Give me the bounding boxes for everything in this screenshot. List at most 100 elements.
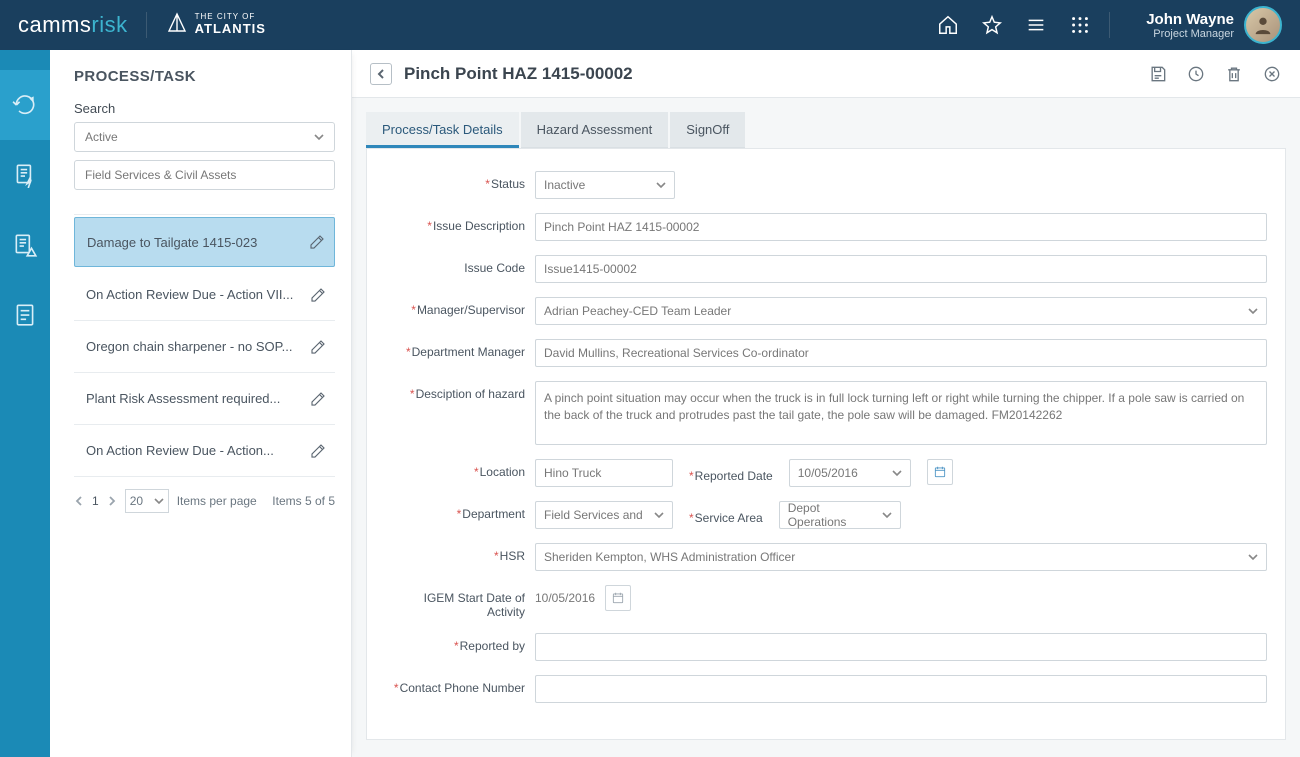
user-name: John Wayne — [1146, 11, 1234, 28]
list-item[interactable]: Plant Risk Assessment required... — [74, 373, 335, 425]
rail-item-doc-warn[interactable] — [0, 210, 50, 280]
user-role: Project Manager — [1146, 28, 1234, 40]
hazard-desc-textarea[interactable]: A pinch point situation may occur when t… — [535, 381, 1267, 445]
process-list: Damage to Tailgate 1415-023 On Action Rev… — [74, 214, 335, 477]
list-item-label: On Action Review Due - Action VII... — [86, 287, 293, 302]
label-issue-code: Issue Code — [464, 261, 525, 275]
chevron-down-icon — [882, 510, 892, 520]
app-logo: cammsrisk — [18, 12, 128, 38]
rail-item-refresh[interactable] — [0, 70, 50, 140]
location-input[interactable]: Hino Truck — [535, 459, 673, 487]
ipp-label: Items per page — [177, 494, 257, 508]
chevron-down-icon — [892, 468, 902, 478]
header-divider — [146, 12, 147, 38]
list-panel: PROCESS/TASK Search Active Damage to Tai… — [50, 50, 352, 757]
location-value: Hino Truck — [544, 466, 601, 480]
label-department: Department — [462, 507, 525, 521]
page-prev-icon[interactable] — [74, 496, 84, 506]
dept-manager-value: David Mullins, Recreational Services Co-… — [544, 346, 809, 360]
rail-item-doc-flash[interactable] — [0, 140, 50, 210]
rail-item-doc-list[interactable] — [0, 280, 50, 350]
label-hsr: HSR — [500, 549, 525, 563]
ipp-value: 20 — [130, 494, 143, 508]
edit-icon[interactable] — [309, 338, 327, 356]
list-item-label: Damage to Tailgate 1415-023 — [87, 235, 257, 250]
tab[interactable]: Hazard Assessment — [521, 112, 669, 148]
page-title: Pinch Point HAZ 1415-00002 — [404, 64, 633, 84]
edit-icon[interactable] — [308, 233, 326, 251]
main-actions — [1148, 64, 1282, 84]
menu-icon[interactable] — [1025, 14, 1047, 36]
department-value: Field Services and — [544, 508, 643, 522]
tenant-line2: ATLANTIS — [195, 22, 266, 36]
calendar-button[interactable] — [927, 459, 953, 485]
pager-summary: Items 5 of 5 — [272, 494, 335, 508]
nav-rail — [0, 50, 50, 757]
logo-text-right: risk — [91, 12, 127, 37]
page-number: 1 — [92, 494, 99, 508]
edit-icon[interactable] — [309, 442, 327, 460]
issue-desc-input[interactable]: Pinch Point HAZ 1415-00002 — [535, 213, 1267, 241]
label-dept-manager: Department Manager — [412, 345, 525, 359]
tab[interactable]: Process/Task Details — [366, 112, 519, 148]
logo-text-left: camms — [18, 12, 91, 37]
igem-start-value: 10/05/2016 — [535, 591, 595, 605]
dept-manager-input[interactable]: David Mullins, Recreational Services Co-… — [535, 339, 1267, 367]
user-block[interactable]: John Wayne Project Manager — [1146, 6, 1282, 44]
issue-code-input[interactable]: Issue1415-00002 — [535, 255, 1267, 283]
chevron-down-icon — [314, 132, 324, 142]
label-status: Status — [491, 177, 525, 191]
status-filter-select[interactable]: Active — [74, 122, 335, 152]
app-header: cammsrisk THE CITY OF ATLANTIS John Wayn… — [0, 0, 1300, 50]
main-area: Pinch Point HAZ 1415-00002 Process/Task … — [352, 50, 1300, 757]
status-select[interactable]: Inactive — [535, 171, 675, 199]
home-icon[interactable] — [937, 14, 959, 36]
edit-icon[interactable] — [309, 286, 327, 304]
manager-select[interactable]: Adrian Peachey-CED Team Leader — [535, 297, 1267, 325]
reported-by-input[interactable] — [535, 633, 1267, 661]
issue-code-value: Issue1415-00002 — [544, 262, 637, 276]
reported-date-value: 10/05/2016 — [798, 466, 858, 480]
list-item[interactable]: Oregon chain sharpener - no SOP... — [74, 321, 335, 373]
list-item[interactable]: On Action Review Due - Action... — [74, 425, 335, 477]
content-wrap: Process/Task DetailsHazard AssessmentSig… — [352, 98, 1300, 757]
status-value: Inactive — [544, 178, 585, 192]
panel-title: PROCESS/TASK — [74, 68, 335, 85]
text-filter-input[interactable] — [74, 160, 335, 190]
header-divider2 — [1109, 12, 1110, 38]
reported-date-select[interactable]: 10/05/2016 — [789, 459, 911, 487]
chevron-down-icon — [154, 496, 164, 506]
label-issue-desc: Issue Description — [433, 219, 525, 233]
chevron-down-icon — [1248, 552, 1258, 562]
save-icon[interactable] — [1148, 64, 1168, 84]
tab[interactable]: SignOff — [670, 112, 745, 148]
calendar-button-muted[interactable] — [605, 585, 631, 611]
status-filter-value: Active — [85, 130, 118, 144]
service-area-value: Depot Operations — [788, 501, 882, 529]
chevron-down-icon — [1248, 306, 1258, 316]
label-manager: Manager/Supervisor — [417, 303, 525, 317]
text-filter-field[interactable] — [85, 168, 324, 182]
avatar[interactable] — [1244, 6, 1282, 44]
edit-icon[interactable] — [309, 390, 327, 408]
back-button[interactable] — [370, 63, 392, 85]
page-next-icon[interactable] — [107, 496, 117, 506]
contact-phone-input[interactable] — [535, 675, 1267, 703]
close-icon[interactable] — [1262, 64, 1282, 84]
label-service-area: Service Area — [695, 511, 763, 525]
apps-icon[interactable] — [1069, 14, 1091, 36]
trash-icon[interactable] — [1224, 64, 1244, 84]
hsr-select[interactable]: Sheriden Kempton, WHS Administration Off… — [535, 543, 1267, 571]
list-item[interactable]: On Action Review Due - Action VII... — [74, 269, 335, 321]
department-select[interactable]: Field Services and — [535, 501, 673, 529]
list-item-label: On Action Review Due - Action... — [86, 443, 274, 458]
list-item[interactable]: Damage to Tailgate 1415-023 — [74, 217, 335, 267]
label-igem-start: IGEM Start Date of Activity — [424, 591, 525, 619]
star-icon[interactable] — [981, 14, 1003, 36]
clock-icon[interactable] — [1186, 64, 1206, 84]
label-contact-phone: Contact Phone Number — [400, 681, 525, 695]
label-hazard-desc: Desciption of hazard — [416, 387, 525, 401]
items-per-page-select[interactable]: 20 — [125, 489, 169, 513]
search-label: Search — [74, 101, 335, 116]
service-area-select[interactable]: Depot Operations — [779, 501, 901, 529]
